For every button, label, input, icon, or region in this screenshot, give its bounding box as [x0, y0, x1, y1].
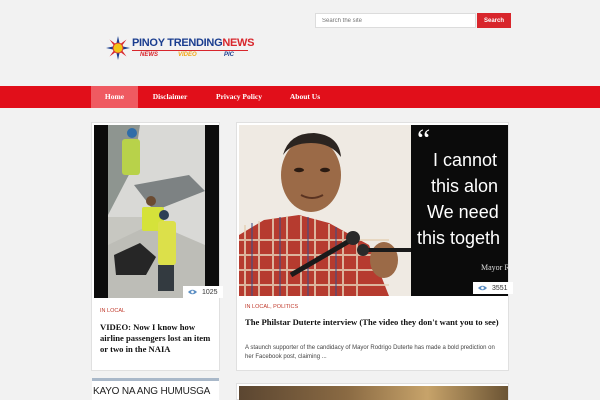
widget-heading: KAYO NA ANG HUMUSGA [92, 378, 219, 400]
eye-icon [188, 289, 197, 295]
post-thumbnail[interactable]: “ I cannot this alon We need this togeth… [239, 125, 508, 296]
post-card-next[interactable] [236, 383, 509, 400]
post-category[interactable]: IN LOCAL, POLITICS [245, 304, 298, 310]
quote-line-1: I cannot [433, 150, 498, 170]
logo-title-part1: PINOY TRENDING [132, 37, 223, 49]
quote-mark: “ [417, 125, 431, 156]
search-button[interactable]: Search [477, 13, 511, 28]
search-input[interactable] [315, 13, 476, 28]
quote-line-4: this togeth [417, 228, 501, 248]
quote-attribution: Mayor R [481, 263, 508, 272]
page: Search PINOY TRENDINGNEWS NEWS VIDEO PIC [0, 0, 600, 400]
search-form: Search [315, 13, 511, 28]
eye-icon [478, 285, 487, 291]
nav-item-disclaimer[interactable]: Disclaimer [144, 86, 196, 108]
quote-line-2: this alon [431, 176, 499, 196]
view-count: 3551 [473, 282, 513, 294]
post-card-featured[interactable]: “ I cannot this alon We need this togeth… [236, 122, 513, 371]
logo-divider [132, 50, 248, 51]
logo-title-part2: NEWS [222, 37, 255, 49]
site-logo[interactable]: PINOY TRENDINGNEWS NEWS VIDEO PIC [106, 36, 254, 66]
post-card[interactable]: 1025 IN LOCAL VIDEO: Now I know how airl… [91, 122, 223, 371]
widget-heading-text: KAYO NA ANG HUMUSGA [93, 386, 211, 397]
video-still-image [108, 125, 205, 298]
logo-sub-pic: PIC [224, 52, 235, 58]
view-count: 1025 [183, 286, 223, 298]
logo-sub-news: NEWS [140, 52, 158, 58]
nav-item-privacy-policy[interactable]: Privacy Policy [207, 86, 271, 108]
post-category[interactable]: IN LOCAL [100, 308, 125, 314]
nav-item-about-us[interactable]: About Us [282, 86, 328, 108]
post-thumbnail[interactable] [239, 386, 508, 400]
logo-title: PINOY TRENDINGNEWS [132, 37, 254, 49]
logo-sub-video: VIDEO [178, 52, 197, 58]
main-nav: Home Disclaimer Privacy Policy About Us [0, 86, 600, 108]
post-thumbnail[interactable] [94, 125, 219, 298]
post-title[interactable]: The Philstar Duterte interview (The vide… [245, 317, 503, 328]
nav-item-home[interactable]: Home [91, 86, 138, 108]
post-title[interactable]: VIDEO: Now I know how airline passengers… [100, 322, 216, 355]
post-excerpt: A staunch supporter of the candidacy of … [245, 345, 495, 360]
sun-logo-icon [106, 36, 130, 60]
quote-line-3: We need [427, 202, 499, 222]
view-count-value: 1025 [202, 288, 218, 296]
view-count-value: 3551 [492, 284, 508, 292]
